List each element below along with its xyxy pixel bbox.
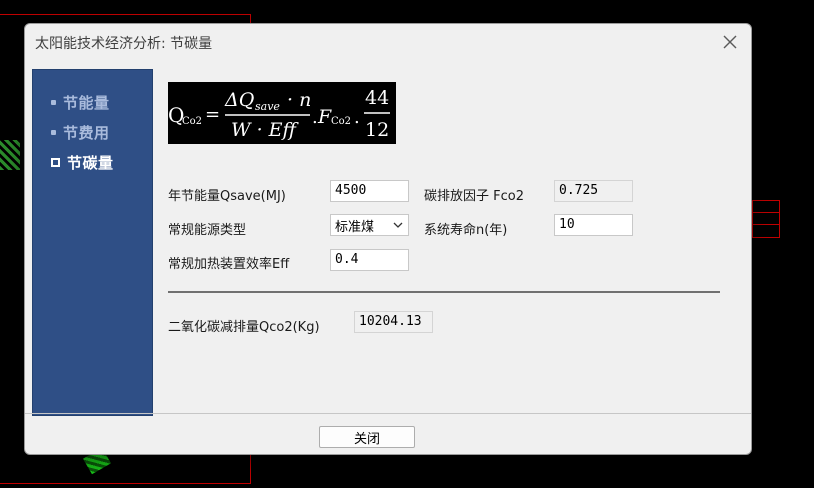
formula-dot-1: .	[312, 107, 318, 128]
sidebar-item-carbon-saving[interactable]: 节碳量	[51, 152, 114, 172]
sidebar-item-label: 节碳量	[67, 153, 114, 172]
carbon-factor-value: 0.725	[554, 180, 633, 202]
cad-lines	[0, 60, 25, 430]
annual-saving-input[interactable]: 4500	[330, 180, 409, 202]
energy-type-select[interactable]: 标准煤	[330, 214, 409, 236]
formula-numerator: ΔQ	[224, 89, 254, 111]
lifetime-label: 系统寿命n(年)	[424, 223, 508, 238]
square-bullet-icon	[51, 129, 56, 135]
formula-factor-sub: Co2	[331, 116, 351, 127]
sidebar-nav: 节能量 节费用 节碳量	[32, 69, 153, 416]
sidebar-item-cost-saving[interactable]: 节费用	[51, 122, 110, 142]
cad-title-block	[752, 200, 780, 238]
energy-type-value: 标准煤	[335, 219, 375, 235]
energy-type-label: 常规能源类型	[168, 223, 247, 238]
carbon-factor-label: 碳排放因子 Fco2	[424, 189, 524, 204]
formula-factor: F	[317, 106, 332, 128]
footer-divider	[25, 413, 751, 414]
formula-dot-2: .	[354, 107, 360, 128]
title-bar[interactable]: 太阳能技术经济分析: 节碳量	[25, 24, 751, 60]
cad-hatch	[0, 140, 20, 170]
sidebar-item-label: 节能量	[63, 93, 110, 112]
formula-ratio-den: 12	[365, 119, 389, 141]
formula-lhs-sub: Co2	[182, 116, 202, 127]
carbon-formula: Q Co2 = ΔQ save · n W · Eff . F Co2 . 44…	[168, 82, 396, 144]
sidebar-item-label: 节费用	[63, 123, 110, 142]
formula-numerator-sub: save	[255, 100, 280, 113]
formula-equals: =	[205, 104, 220, 125]
close-icon	[723, 35, 737, 49]
co2-reduction-label: 二氧化碳减排量Qco2(Kg)	[168, 320, 320, 335]
efficiency-label: 常规加热装置效率Eff	[168, 257, 290, 272]
formula-ratio-num: 44	[365, 87, 389, 109]
window-close-button[interactable]	[717, 29, 743, 55]
formula-numerator-tail: · n	[287, 89, 311, 111]
co2-reduction-value: 10204.13	[354, 311, 433, 333]
lifetime-input[interactable]: 10	[554, 214, 633, 236]
efficiency-input[interactable]: 0.4	[330, 249, 409, 271]
carbon-saving-dialog: 太阳能技术经济分析: 节碳量 节能量 节费用 节碳量 Q Co2 = ΔQ sa	[24, 23, 752, 455]
square-bullet-icon	[51, 157, 60, 167]
annual-saving-label: 年节能量Qsave(MJ)	[168, 189, 286, 204]
sidebar-item-energy-saving[interactable]: 节能量	[51, 92, 110, 112]
window-title: 太阳能技术经济分析: 节碳量	[35, 36, 213, 52]
formula-denominator: W · Eff	[231, 119, 300, 141]
chevron-down-icon	[392, 219, 404, 231]
square-bullet-icon	[51, 99, 56, 105]
close-button[interactable]: 关闭	[319, 426, 415, 448]
divider	[168, 291, 720, 293]
